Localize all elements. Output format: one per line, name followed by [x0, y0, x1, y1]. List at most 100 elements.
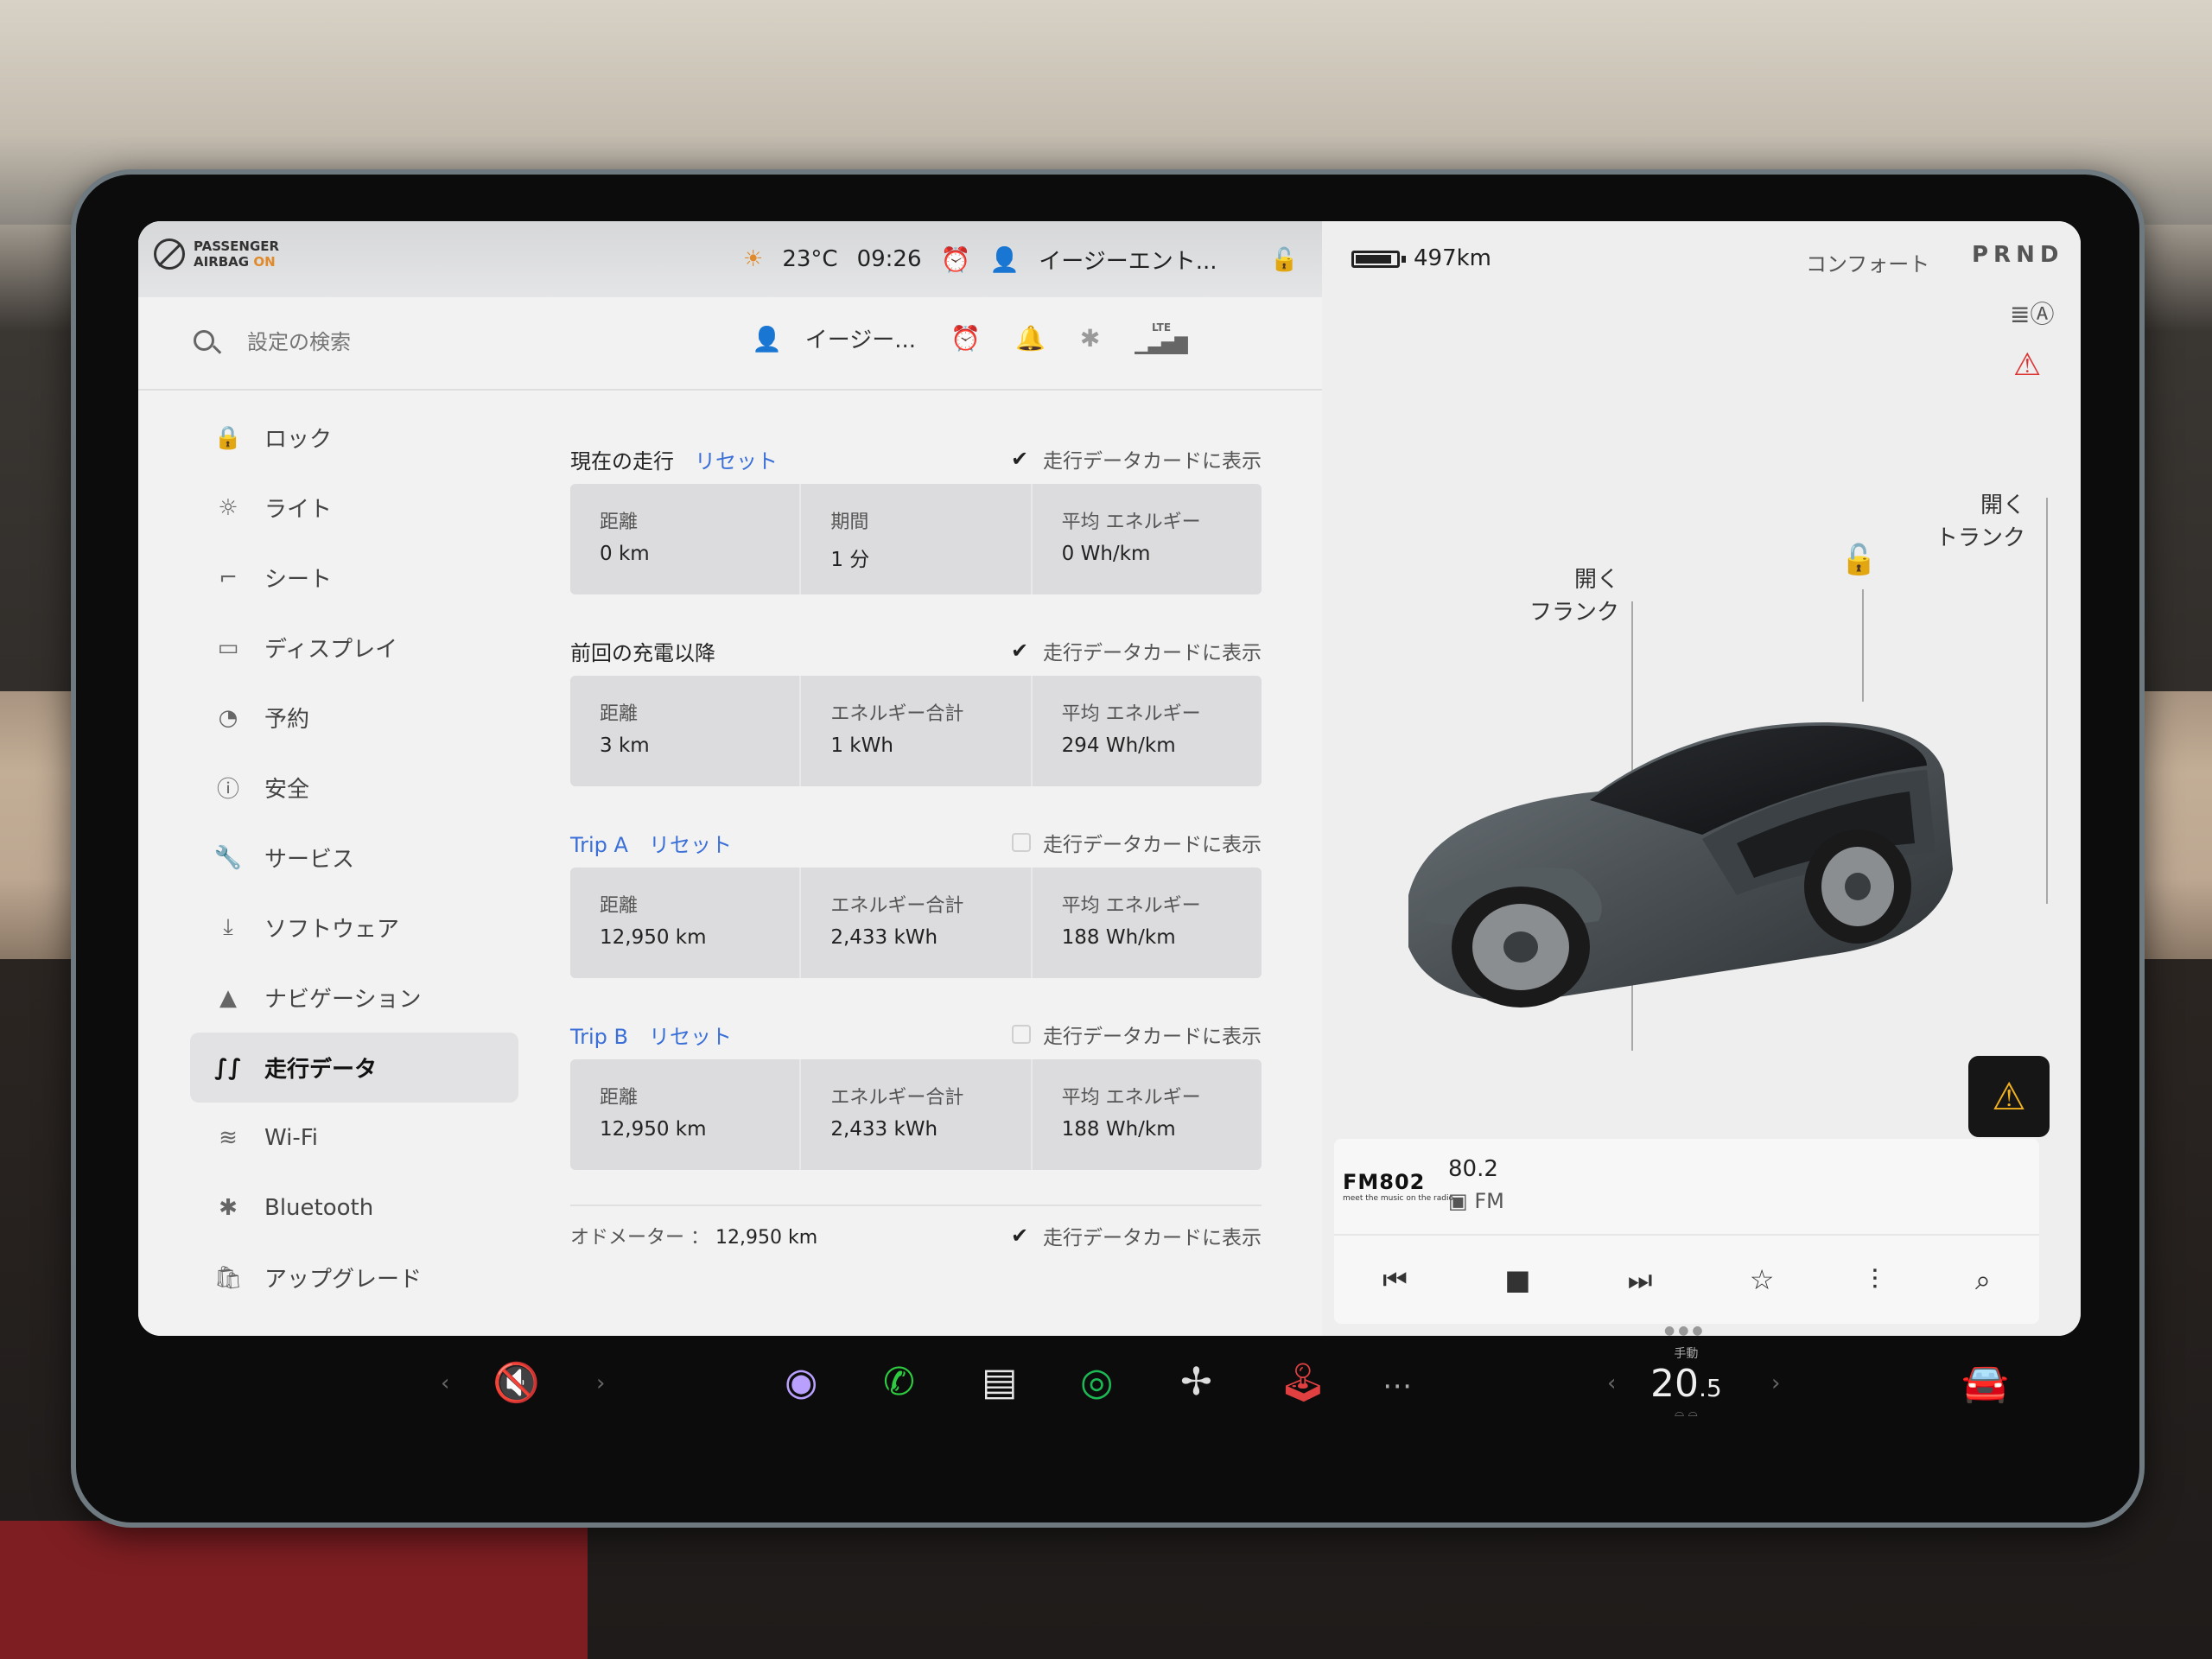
temp-up-icon[interactable]: › [1771, 1370, 1780, 1396]
stat-label: 距離 [600, 512, 639, 533]
schedule-clock-icon: ◔ [218, 704, 238, 731]
nav-label: サービス [264, 847, 355, 873]
shopping-bag-icon: 🛍 [213, 1264, 243, 1291]
alarm-clock-icon[interactable]: ⏰ [950, 324, 981, 353]
nav-label: Bluetooth [264, 1194, 374, 1221]
trip-title: Trip B [570, 1024, 628, 1049]
previous-track-icon[interactable]: ⏮ [1382, 1263, 1408, 1297]
settings-search-input[interactable] [247, 323, 610, 361]
volume-down-icon[interactable]: ‹ [441, 1370, 449, 1396]
stat-label: エネルギー合計 [830, 895, 964, 917]
more-apps-icon[interactable]: ⋯ [1382, 1369, 1412, 1403]
checkbox-checked-icon[interactable]: ✔ [1008, 1224, 1031, 1248]
open-frunk-button[interactable]: 開く フランク [1529, 563, 1619, 629]
reset-button[interactable]: リセット [649, 833, 732, 857]
profile-icon: 👤 [752, 324, 782, 353]
show-on-card-toggle[interactable]: ✔ 走行データカードに表示 [1008, 444, 1262, 474]
battery-icon [1351, 251, 1400, 268]
display-icon: ▭ [217, 634, 239, 661]
profile-short-name: イージー... [804, 327, 917, 353]
calendar-icon[interactable]: ▤ [982, 1360, 1018, 1404]
stat-value: 1 分 [830, 549, 870, 571]
show-on-card-toggle[interactable]: ✔ 走行データカードに表示 [1008, 1221, 1262, 1250]
nav-label: ディスプレイ [264, 637, 398, 663]
reset-button[interactable]: リセット [649, 1025, 732, 1049]
checkbox-unchecked-icon[interactable]: ✔ [1012, 1025, 1031, 1044]
nav-item-display[interactable]: ▭ ディスプレイ [190, 613, 518, 683]
media-search-icon[interactable]: ⌕ [1975, 1263, 1991, 1297]
settings-panel: PASSENGER AIRBAG ON ☀ 23°C 09:26 ⏰ 👤 イージ… [138, 221, 1322, 1336]
station-logo[interactable]: FM802 meet the music on the radio [1343, 1170, 1453, 1203]
nav-label: 安全 [264, 777, 310, 803]
nav-label: 走行データ [264, 1057, 378, 1083]
notification-bell-icon[interactable]: 🔔 [1015, 324, 1046, 353]
open-trunk-button[interactable]: 開く トランク [1936, 489, 2025, 555]
seat-icon: ⌐ [219, 564, 238, 591]
bluetooth-icon[interactable]: ✱ [1080, 324, 1100, 353]
warning-triangle-icon: ⚠ [1992, 1074, 2026, 1119]
toybox-joystick-icon[interactable]: 🕹 [1279, 1360, 1327, 1405]
door-unlock-icon[interactable]: 🔓 [1840, 543, 1877, 577]
vehicle-alert-button[interactable]: ⚠ [1968, 1056, 2050, 1137]
profile-icon[interactable]: 👤 [989, 245, 1020, 274]
trip-title: 現在の走行 [570, 448, 674, 474]
camera-icon[interactable]: ◉ [785, 1360, 817, 1404]
mute-icon[interactable]: 🔇 [493, 1360, 540, 1405]
nav-item-wifi[interactable]: ≋ Wi-Fi [190, 1103, 518, 1173]
next-track-icon[interactable]: ⏭ [1628, 1263, 1653, 1297]
show-on-card-toggle[interactable]: ✔ 走行データカードに表示 [1008, 636, 1262, 665]
nav-label: ナビゲーション [264, 987, 422, 1013]
unlock-icon[interactable]: 🔓 [1270, 247, 1298, 273]
nav-item-upgrades[interactable]: 🛍 アップグレード [190, 1243, 518, 1313]
favorite-star-icon[interactable]: ☆ [1750, 1263, 1775, 1296]
nav-item-navigation[interactable]: ▲ ナビゲーション [190, 963, 518, 1033]
touchscreen: PASSENGER AIRBAG ON ☀ 23°C 09:26 ⏰ 👤 イージ… [138, 221, 2081, 1336]
station-band: ▣ FM [1448, 1189, 1504, 1213]
alarm-clock-icon[interactable]: ⏰ [941, 245, 971, 274]
nav-item-bluetooth[interactable]: ✱ Bluetooth [190, 1173, 518, 1243]
lock-icon: 🔒 [213, 424, 243, 451]
download-icon: ⤓ [223, 914, 233, 940]
lte-signal-icon: LTE ▁▃▅▇ [1135, 321, 1188, 354]
car-model-image [1408, 722, 1953, 1007]
equalizer-icon[interactable]: ⫶ [1872, 1263, 1878, 1297]
stat-label: 距離 [600, 895, 639, 917]
checkbox-checked-icon[interactable]: ✔ [1008, 447, 1031, 471]
temp-down-icon[interactable]: ‹ [1607, 1370, 1616, 1396]
stat-cell: 平均 エネルギー 0 Wh/km [1033, 484, 1262, 594]
stat-cell: 距離 0 km [570, 484, 802, 594]
show-card-label: 走行データカードに表示 [1043, 834, 1262, 856]
nav-item-seats[interactable]: ⌐ シート [190, 543, 518, 613]
trip-current: 現在の走行 リセット ✔ 走行データカードに表示 距離 0 km 期間 1 分 平均 エ… [570, 437, 1262, 594]
reset-button[interactable]: リセット [695, 449, 778, 474]
nav-item-safety[interactable]: ⓘ 安全 [190, 753, 518, 823]
stop-icon[interactable]: ■ [1504, 1263, 1530, 1296]
phone-icon[interactable]: ✆ [883, 1360, 915, 1404]
stat-label: エネルギー合計 [830, 1087, 964, 1109]
cabin-temperature[interactable]: 手動 20.5 ⌓ ⌓ [1650, 1344, 1722, 1420]
nav-item-lock[interactable]: 🔒 ロック [190, 403, 518, 473]
stat-value: 2,433 kWh [830, 1118, 938, 1141]
nav-item-trips[interactable]: ∫∫ 走行データ [190, 1033, 518, 1103]
nav-label: 予約 [264, 707, 310, 733]
nav-item-schedule[interactable]: ◔ 予約 [190, 683, 518, 753]
spotify-icon[interactable]: ◎ [1080, 1360, 1113, 1404]
volume-up-icon[interactable]: › [596, 1370, 605, 1396]
show-on-card-toggle[interactable]: ✔ 走行データカードに表示 [1012, 1020, 1262, 1049]
show-on-card-toggle[interactable]: ✔ 走行データカードに表示 [1012, 828, 1262, 857]
odometer-label: オドメーター ： [570, 1227, 709, 1249]
checkbox-checked-icon[interactable]: ✔ [1008, 639, 1031, 663]
nav-item-lights[interactable]: ☼ ライト [190, 473, 518, 543]
profile-name[interactable]: イージーエント... [1039, 244, 1217, 276]
checkbox-unchecked-icon[interactable]: ✔ [1012, 833, 1031, 852]
station-frequency: 80.2 [1448, 1156, 1498, 1182]
nav-item-service[interactable]: 🔧 サービス [190, 823, 518, 893]
trip-a: Trip A リセット ✔ 走行データカードに表示 距離 12,950 km エネルギ… [570, 821, 1262, 978]
nav-item-software[interactable]: ⤓ ソフトウェア [190, 893, 518, 963]
trunk-line2: トランク [1936, 525, 2026, 551]
car-controls-icon[interactable]: 🚘 [1961, 1360, 2009, 1405]
status-center: ☀ 23°C 09:26 ⏰ 👤 イージーエント... [743, 221, 1217, 297]
profile-button[interactable]: 👤 イージー... [752, 322, 916, 354]
frunk-line2: フランク [1529, 600, 1620, 626]
fan-icon[interactable]: ✢ [1180, 1360, 1212, 1404]
